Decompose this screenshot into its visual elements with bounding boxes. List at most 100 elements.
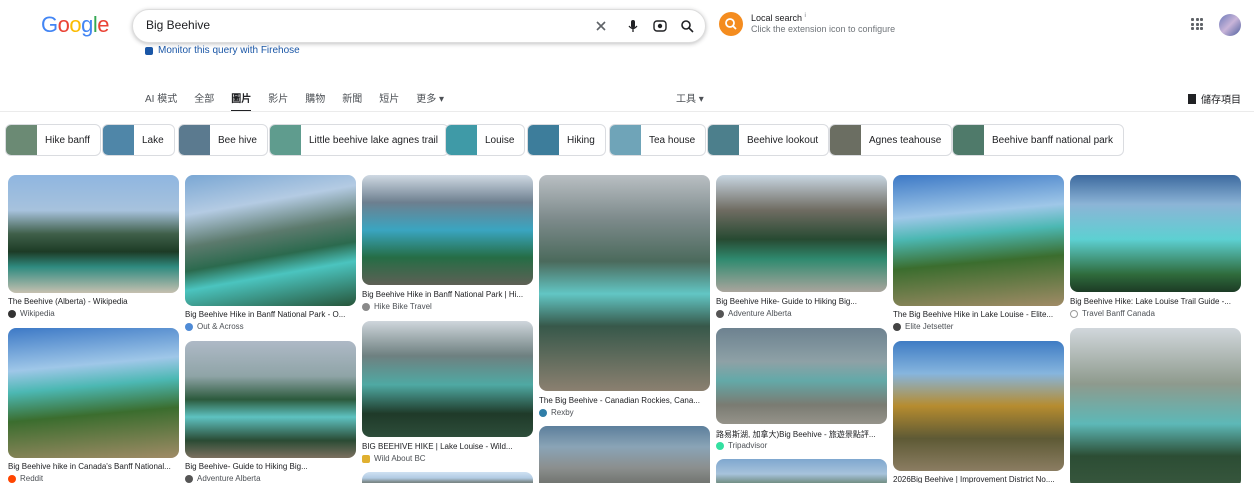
result-caption[interactable]: Big Beehive Hike in Banff National Park … xyxy=(362,290,532,299)
result-image[interactable] xyxy=(716,328,887,424)
result-source[interactable]: Elite Jetsetter xyxy=(893,322,1063,331)
chip-label: Hiking xyxy=(567,134,595,146)
result-source[interactable]: Adventure Alberta xyxy=(185,474,355,483)
local-search-subtitle: Click the extension icon to configure xyxy=(751,24,896,34)
chip-thumbnail xyxy=(708,125,739,155)
chip-thumbnail xyxy=(830,125,861,155)
google-logo[interactable]: Google xyxy=(41,12,110,38)
firehose-link[interactable]: Monitor this query with Firehose xyxy=(145,45,300,56)
result-source[interactable]: Travel Banff Canada xyxy=(1070,309,1240,318)
chip-agnes-teahouse[interactable]: Agnes teahouse xyxy=(829,124,953,156)
result-caption[interactable]: Big Beehive Hike in Banff National Park … xyxy=(185,310,355,319)
chip-louise[interactable]: Louise xyxy=(445,124,526,156)
chip-label: Little beehive lake agnes trail xyxy=(309,134,438,146)
result-source[interactable]: Adventure Alberta xyxy=(716,309,886,318)
tab-all[interactable]: 全部 xyxy=(194,90,214,112)
tripadvisor-icon xyxy=(716,441,724,450)
rexby-icon xyxy=(539,408,547,417)
adventure-alberta-icon xyxy=(716,309,724,318)
chip-thumbnail xyxy=(953,125,984,155)
result-caption[interactable]: The Big Beehive - Canadian Rockies, Cana… xyxy=(539,396,709,405)
chip-thumbnail xyxy=(6,125,37,155)
saved-items-button[interactable]: 儲存項目 xyxy=(1188,91,1241,106)
chip-thumbnail xyxy=(528,125,559,155)
chip-beehive-banff-np[interactable]: Beehive banff national park xyxy=(952,124,1125,156)
chip-label: Beehive lookout xyxy=(747,134,819,146)
result-image[interactable] xyxy=(1070,175,1241,292)
result-image[interactable] xyxy=(8,175,179,293)
chip-tea-house[interactable]: Tea house xyxy=(609,124,707,156)
tab-short-videos[interactable]: 短片 xyxy=(379,90,399,112)
search-box[interactable]: Big Beehive xyxy=(132,9,706,43)
chip-thumbnail xyxy=(179,125,210,155)
result-image[interactable] xyxy=(893,341,1064,471)
chip-label: Agnes teahouse xyxy=(869,134,942,146)
adventure-alberta-icon xyxy=(185,474,193,483)
result-source[interactable]: Reddit xyxy=(8,474,178,483)
chip-label: Lake xyxy=(142,134,164,146)
avatar[interactable] xyxy=(1219,14,1241,36)
result-image[interactable] xyxy=(362,321,533,437)
chip-hike-banff[interactable]: Hike banff xyxy=(5,124,101,156)
tab-shopping[interactable]: 購物 xyxy=(305,90,325,112)
tab-news[interactable]: 新聞 xyxy=(342,90,362,112)
result-source[interactable]: Hike Bike Travel xyxy=(362,302,532,311)
tab-ai-mode[interactable]: AI 模式 xyxy=(145,90,177,112)
result-source[interactable]: Tripadvisor xyxy=(716,441,886,450)
result-image[interactable] xyxy=(362,472,533,483)
result-caption[interactable]: BIG BEEHIVE HIKE | Lake Louise - Wild... xyxy=(362,442,532,451)
result-source[interactable]: Rexby xyxy=(539,408,709,417)
local-search-button[interactable] xyxy=(719,12,743,36)
firehose-icon xyxy=(145,46,153,55)
result-caption[interactable]: Big Beehive Hike- Guide to Hiking Big... xyxy=(716,297,886,306)
result-image[interactable] xyxy=(539,175,710,391)
firehose-label: Monitor this query with Firehose xyxy=(158,45,300,56)
clear-icon[interactable] xyxy=(593,18,609,34)
result-caption[interactable]: 2026Big Beehive | Improvement District N… xyxy=(893,475,1063,483)
result-image[interactable] xyxy=(1070,328,1241,483)
chip-thumbnail xyxy=(610,125,641,155)
chip-thumbnail xyxy=(270,125,301,155)
chip-beehive-lookout[interactable]: Beehive lookout xyxy=(707,124,830,156)
search-tabs: AI 模式 全部 圖片 影片 購物 新聞 短片 更多 ▾ xyxy=(145,90,461,112)
lens-icon[interactable] xyxy=(652,18,668,34)
chip-lake[interactable]: Lake xyxy=(102,124,175,156)
result-image[interactable] xyxy=(362,175,533,285)
result-image[interactable] xyxy=(8,328,179,458)
microphone-icon[interactable] xyxy=(625,18,641,34)
result-source[interactable]: Out & Across xyxy=(185,322,355,331)
chip-little-beehive[interactable]: Little beehive lake agnes trail xyxy=(269,124,449,156)
result-image[interactable] xyxy=(893,175,1064,306)
result-image[interactable] xyxy=(185,341,356,458)
result-caption[interactable]: The Beehive (Alberta) - Wikipedia xyxy=(8,297,178,306)
result-caption[interactable]: Big Beehive- Guide to Hiking Big... xyxy=(185,462,355,471)
result-source[interactable]: Wild About BC xyxy=(362,454,532,463)
result-caption[interactable]: The Big Beehive Hike in Lake Louise - El… xyxy=(893,310,1063,319)
result-caption[interactable]: Big Beehive Hike: Lake Louise Trail Guid… xyxy=(1070,297,1240,306)
chip-label: Beehive banff national park xyxy=(992,134,1114,146)
result-image[interactable] xyxy=(185,175,356,306)
result-caption[interactable]: 路易斯湖, 加拿大)Big Beehive - 旅遊景點評... xyxy=(716,429,886,440)
chip-bee-hive[interactable]: Bee hive xyxy=(178,124,268,156)
tools-menu[interactable]: 工具 ▾ xyxy=(676,90,704,105)
result-caption[interactable]: Big Beehive hike in Canada's Banff Natio… xyxy=(8,462,178,471)
wikipedia-icon xyxy=(8,309,16,318)
apps-grid-icon[interactable] xyxy=(1191,18,1203,30)
result-image[interactable] xyxy=(716,459,887,483)
chip-label: Bee hive xyxy=(218,134,257,146)
info-icon: i xyxy=(804,13,806,19)
search-icon[interactable] xyxy=(679,18,695,34)
result-image[interactable] xyxy=(539,426,710,483)
tab-images[interactable]: 圖片 xyxy=(231,90,252,112)
hike-bike-travel-icon xyxy=(362,302,370,311)
result-image[interactable] xyxy=(716,175,887,292)
chip-hiking[interactable]: Hiking xyxy=(527,124,606,156)
tab-videos[interactable]: 影片 xyxy=(268,90,288,112)
tab-more[interactable]: 更多 ▾ xyxy=(416,90,444,112)
header-divider xyxy=(0,111,1254,112)
search-input[interactable]: Big Beehive xyxy=(146,18,210,32)
chip-label: Hike banff xyxy=(45,134,90,146)
result-source[interactable]: Wikipedia xyxy=(8,309,178,318)
bookmark-icon xyxy=(1188,93,1196,104)
search-icon xyxy=(725,18,737,30)
